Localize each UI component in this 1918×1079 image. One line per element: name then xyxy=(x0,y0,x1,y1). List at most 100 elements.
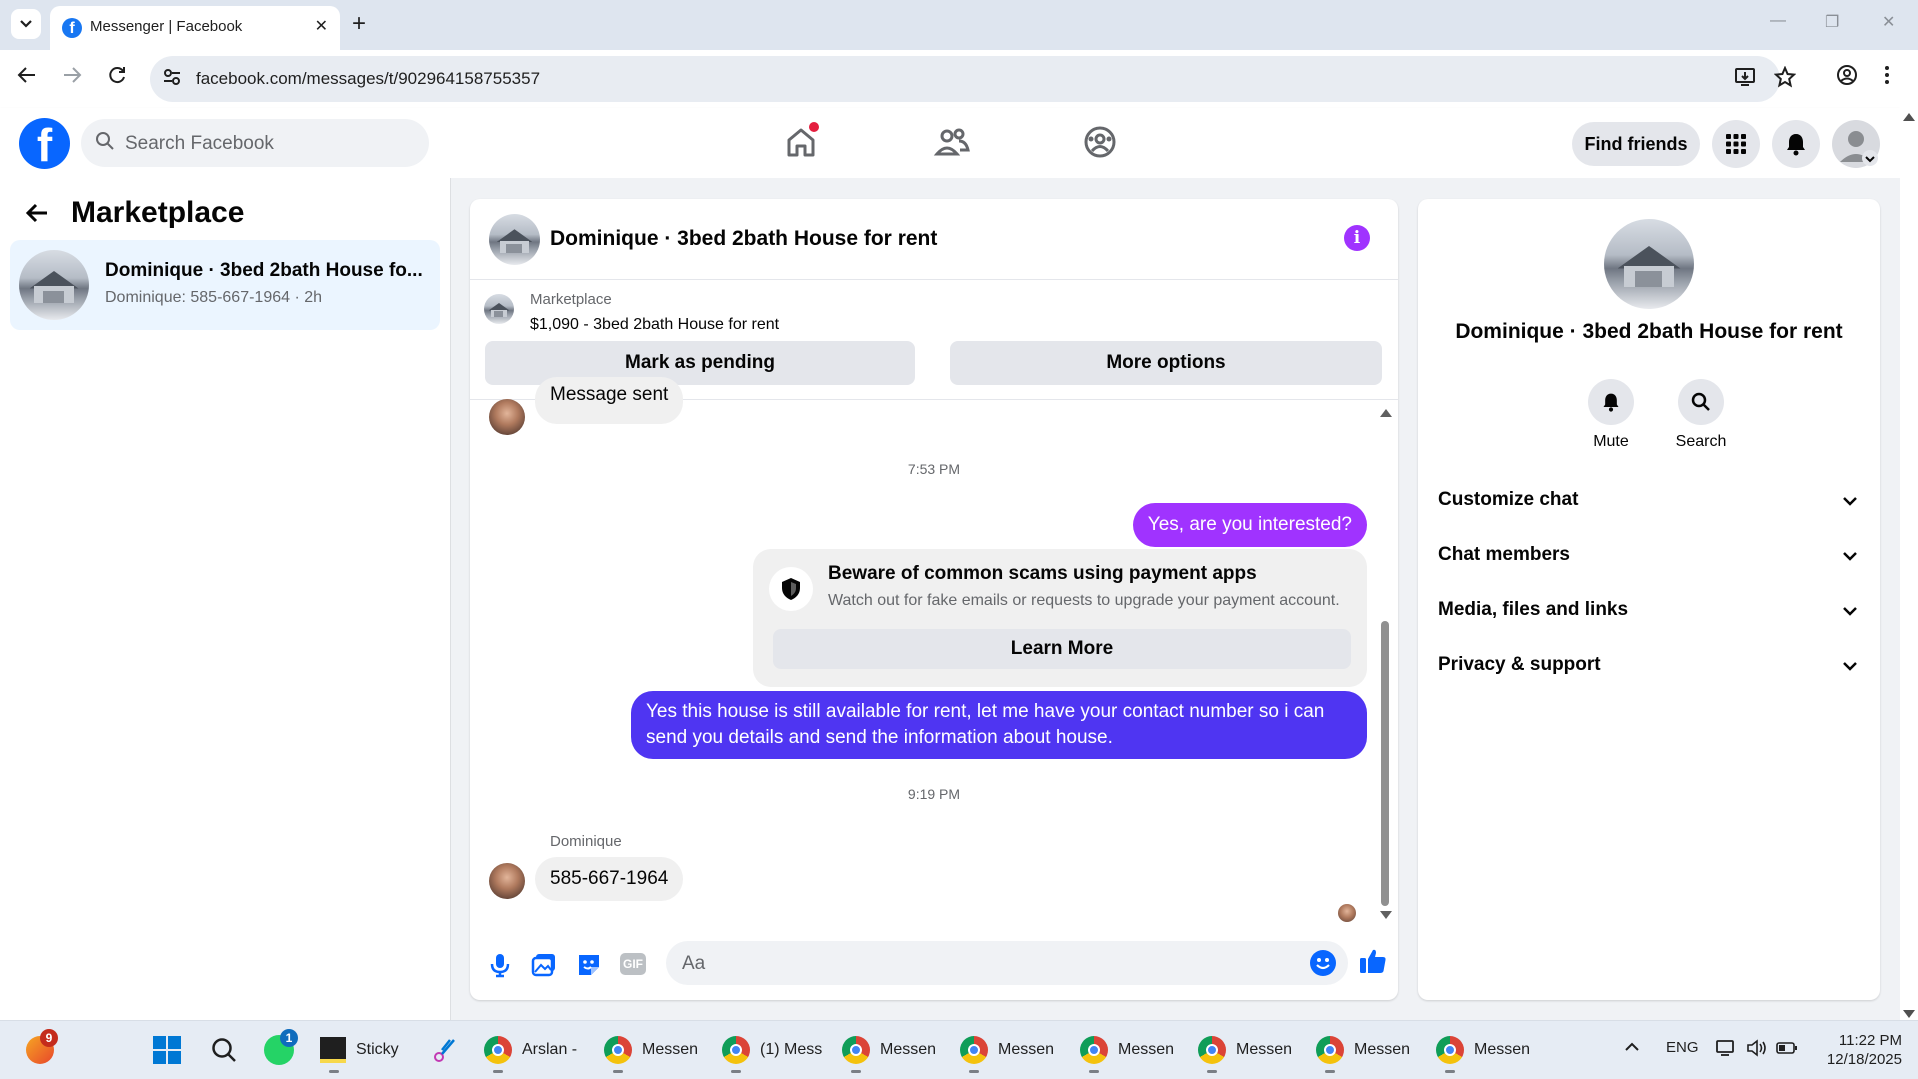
running-indicator xyxy=(613,1070,623,1073)
install-app-icon[interactable] xyxy=(1734,66,1756,94)
notification-badge: 1 xyxy=(280,1029,298,1047)
conversation-item[interactable]: Dominique · 3bed 2bath House fo... Domin… xyxy=(10,240,440,330)
conversation-name: Dominique · 3bed 2bath House fo... xyxy=(105,260,423,281)
listing-price-title[interactable]: $1,090 - 3bed 2bath House for rent xyxy=(530,316,779,334)
browser-tab-active[interactable]: f Messenger | Facebook ✕ xyxy=(50,6,340,50)
scroll-down-arrow[interactable] xyxy=(1380,911,1392,919)
panel-title: Marketplace xyxy=(71,196,245,229)
search-icon xyxy=(1691,392,1710,411)
mute-button[interactable]: Mute xyxy=(1571,379,1651,451)
whatsapp-taskbar-icon[interactable]: 1 xyxy=(264,1029,298,1067)
back-arrow-icon[interactable] xyxy=(24,200,50,233)
gif-icon[interactable]: GIF xyxy=(620,953,646,975)
home-nav-icon[interactable] xyxy=(781,120,821,162)
chrome-taskbar-item[interactable]: Arslan - xyxy=(484,1033,582,1067)
sticky-notes-taskbar-item[interactable]: Sticky I xyxy=(320,1033,404,1067)
scroll-up-arrow[interactable] xyxy=(1903,113,1915,121)
forward-icon[interactable] xyxy=(61,64,83,92)
avatar-icon xyxy=(1840,131,1878,166)
reload-icon[interactable] xyxy=(106,64,128,92)
running-indicator xyxy=(731,1070,741,1073)
thumbs-up-icon[interactable] xyxy=(1358,946,1388,976)
browser-menu-icon[interactable] xyxy=(1884,64,1890,92)
page-scrollbar[interactable] xyxy=(1900,108,1918,1020)
profile-avatar[interactable] xyxy=(1604,219,1694,309)
windows-taskbar: 9 1 Sticky I Arslan - Messen (1) Mess Me… xyxy=(0,1020,1918,1079)
friends-nav-icon[interactable] xyxy=(932,122,972,162)
volume-icon[interactable] xyxy=(1746,1039,1768,1061)
search-label: Search xyxy=(1675,433,1727,450)
chrome-taskbar-item[interactable]: Messen xyxy=(1198,1033,1300,1067)
message-bubble-outgoing[interactable]: Yes, are you interested? xyxy=(1132,503,1367,547)
chat-title[interactable]: Dominique · 3bed 2bath House for rent xyxy=(550,227,937,251)
show-hidden-icons-chevron-icon[interactable] xyxy=(1624,1039,1640,1059)
message-bubble-incoming[interactable]: 585-667-1964 xyxy=(535,857,684,901)
minimize-icon[interactable]: — xyxy=(1770,12,1786,30)
listing-label: Marketplace xyxy=(530,291,612,308)
sticker-icon[interactable] xyxy=(575,951,603,979)
scroll-up-arrow[interactable] xyxy=(1380,409,1392,417)
info-icon[interactable]: i xyxy=(1344,225,1370,251)
message-bubble-incoming[interactable]: Message sent xyxy=(535,377,684,424)
emoji-icon[interactable] xyxy=(1310,950,1336,976)
search-taskbar-button[interactable] xyxy=(210,1033,238,1067)
profile-icon[interactable] xyxy=(1836,64,1858,92)
notifications-button[interactable] xyxy=(1772,120,1820,168)
message-bubble-outgoing[interactable]: Yes this house is still available for re… xyxy=(631,691,1367,759)
scrollbar-thumb[interactable] xyxy=(1381,621,1389,906)
sender-avatar[interactable] xyxy=(489,399,525,435)
customize-chat-row[interactable]: Customize chat xyxy=(1438,481,1860,521)
message-input[interactable]: Aa xyxy=(666,941,1348,985)
media-files-links-row[interactable]: Media, files and links xyxy=(1438,591,1860,631)
url-text[interactable]: facebook.com/messages/t/902964158755357 xyxy=(196,69,540,89)
chrome-taskbar-item[interactable]: Messen xyxy=(1080,1033,1182,1067)
chrome-taskbar-item[interactable]: (1) Mess xyxy=(722,1033,828,1067)
message-scrollbar[interactable] xyxy=(1378,409,1392,919)
snipping-tool-taskbar-icon[interactable] xyxy=(432,1033,460,1067)
groups-nav-icon[interactable] xyxy=(1080,122,1120,162)
search-in-chat-button[interactable]: Search xyxy=(1661,379,1741,451)
start-button[interactable] xyxy=(152,1033,182,1067)
photo-icon[interactable] xyxy=(530,951,558,979)
new-tab-button[interactable]: + xyxy=(352,10,366,38)
microphone-icon[interactable] xyxy=(486,951,514,979)
close-tab-icon[interactable]: ✕ xyxy=(315,16,328,36)
edge-taskbar-icon[interactable]: 9 xyxy=(26,1029,58,1067)
chevron-down-icon xyxy=(1843,497,1857,506)
notification-badge: 9 xyxy=(40,1029,58,1047)
address-bar[interactable]: facebook.com/messages/t/902964158755357 xyxy=(150,56,1797,102)
chrome-taskbar-item[interactable]: Messen xyxy=(1436,1033,1538,1067)
restore-icon[interactable]: ❐ xyxy=(1825,12,1839,32)
battery-icon[interactable] xyxy=(1776,1039,1798,1061)
chrome-taskbar-item[interactable]: Messen xyxy=(604,1033,706,1067)
more-options-button[interactable]: More options xyxy=(950,341,1382,385)
bookmark-star-icon[interactable] xyxy=(1773,65,1797,94)
close-window-icon[interactable]: ✕ xyxy=(1882,12,1895,32)
tab-search-dropdown[interactable] xyxy=(11,9,41,39)
chrome-taskbar-item[interactable]: Messen xyxy=(842,1033,944,1067)
shield-icon xyxy=(769,567,813,611)
privacy-support-row[interactable]: Privacy & support xyxy=(1438,646,1860,686)
facebook-logo-icon[interactable]: f xyxy=(19,118,70,169)
facebook-search-input[interactable]: Search Facebook xyxy=(81,119,429,167)
site-info-icon[interactable] xyxy=(162,67,182,92)
chat-members-row[interactable]: Chat members xyxy=(1438,536,1860,576)
running-indicator xyxy=(851,1070,861,1073)
tab-strip: f Messenger | Facebook ✕ + — ❐ ✕ xyxy=(0,0,1918,50)
sender-avatar[interactable] xyxy=(489,863,525,899)
running-indicator xyxy=(1207,1070,1217,1073)
chrome-taskbar-item[interactable]: Messen xyxy=(960,1033,1062,1067)
network-icon[interactable] xyxy=(1716,1039,1738,1061)
learn-more-button[interactable]: Learn More xyxy=(773,629,1351,669)
listing-thumbnail xyxy=(19,250,89,320)
find-friends-button[interactable]: Find friends xyxy=(1572,122,1700,166)
back-icon[interactable] xyxy=(16,64,38,92)
chrome-taskbar-item[interactable]: Messen xyxy=(1316,1033,1418,1067)
menu-grid-button[interactable] xyxy=(1712,120,1760,168)
language-indicator[interactable]: ENG xyxy=(1666,1039,1699,1056)
account-avatar[interactable] xyxy=(1832,120,1880,168)
running-indicator xyxy=(493,1070,503,1073)
clock[interactable]: 11:22 PM 12/18/2025 xyxy=(1816,1031,1902,1069)
scroll-down-arrow[interactable] xyxy=(1903,1010,1915,1018)
chat-avatar[interactable] xyxy=(489,214,540,265)
